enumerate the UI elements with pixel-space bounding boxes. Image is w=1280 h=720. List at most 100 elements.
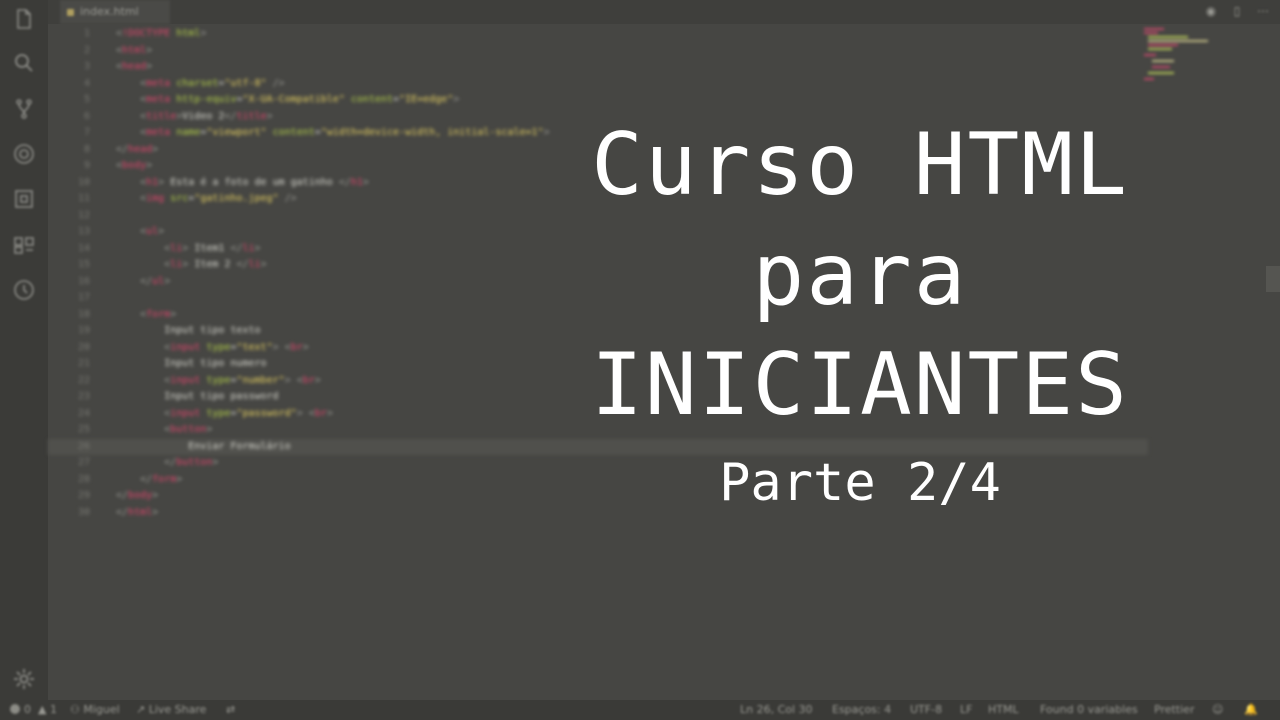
html-file-icon	[67, 9, 74, 16]
feedback-icon[interactable]: ☺	[1212, 700, 1223, 720]
code-text[interactable]: <head>	[116, 59, 152, 76]
line-number: 4	[83, 77, 90, 89]
tab-bar: index.html ◉ ▯ ⋯	[48, 0, 1280, 24]
code-text[interactable]: <html>	[116, 43, 152, 60]
title-line-1: Curso HTML	[591, 115, 1129, 215]
line-number: 6	[83, 110, 90, 122]
live-share-status-icon: ↗	[136, 703, 146, 716]
line-number: 27	[77, 457, 90, 468]
live-share-button[interactable]: ↗ Live Share	[136, 700, 206, 720]
code-text[interactable]: Input tipo texto	[116, 323, 260, 340]
title-overlay: Curso HTML para INICIANTES Parte 2/4	[540, 110, 1180, 518]
notifications-bell-icon[interactable]: 🔔	[1244, 700, 1258, 720]
line-number: 19	[77, 325, 90, 336]
line-number: 11	[77, 193, 90, 204]
variables-status[interactable]: Found 0 variables	[1040, 700, 1138, 720]
code-text[interactable]: </form>	[116, 472, 182, 489]
broadcast-icon[interactable]: ⇄	[226, 700, 235, 720]
settings-gear-icon[interactable]	[11, 666, 37, 692]
status-bar: 0 ▲ 1 ⚇ Miguel ↗ Live Share ⇄ Ln 26, Col…	[0, 700, 1280, 720]
prettier-status[interactable]: Prettier	[1154, 700, 1194, 720]
line-number: 3	[83, 61, 90, 72]
code-text[interactable]: <meta name="viewport" content="width=dev…	[116, 125, 550, 142]
line-number: 14	[77, 242, 90, 254]
code-text[interactable]: <img src="gatinho.jpeg" />	[116, 191, 297, 208]
code-text[interactable]: Enviar Formulário	[116, 439, 290, 456]
account-indicator[interactable]: ⚇ Miguel	[70, 700, 120, 720]
title-line-2: para	[752, 225, 968, 325]
code-text[interactable]: <h1> Esta é a foto de um gatinho </h1>	[116, 175, 369, 192]
code-line[interactable]: 5 <meta http-equiv="X-UA-Compatible" con…	[48, 92, 1148, 109]
tab-actions: ◉ ▯ ⋯	[1204, 4, 1270, 18]
code-line[interactable]: 4 <meta charset="utf-8" />	[48, 76, 1148, 93]
more-actions-icon[interactable]: ⋯	[1256, 4, 1270, 18]
tab-index-html[interactable]: index.html	[60, 0, 170, 24]
split-editor-icon[interactable]: ▯	[1230, 4, 1244, 18]
code-text[interactable]: <!DOCTYPE html>	[116, 26, 206, 43]
preview-icon[interactable]: ◉	[1204, 4, 1218, 18]
code-text[interactable]: <meta charset="utf-8" />	[116, 76, 285, 93]
extensions-icon[interactable]	[11, 186, 37, 212]
code-text[interactable]: <li> Item1 </li>	[116, 241, 260, 258]
vertical-scrollbar[interactable]	[1266, 266, 1280, 292]
code-text[interactable]: </body>	[116, 488, 158, 505]
line-number: 9	[83, 160, 90, 171]
line-number: 28	[77, 473, 90, 485]
minimap[interactable]	[1138, 24, 1218, 104]
code-text[interactable]: <meta http-equiv="X-UA-Compatible" conte…	[116, 92, 459, 109]
indentation[interactable]: Espaços: 4	[832, 700, 891, 720]
code-text[interactable]: <input type="text"> <br>	[116, 340, 309, 357]
explorer-icon[interactable]	[11, 6, 37, 32]
timeline-icon[interactable]	[11, 277, 37, 303]
line-number: 18	[77, 308, 90, 320]
line-number: 16	[77, 275, 90, 287]
error-icon	[10, 704, 20, 714]
problems-indicator[interactable]: 0 ▲ 1	[10, 700, 57, 720]
code-text[interactable]: <input type="number"> <br>	[116, 373, 321, 390]
line-number: 30	[77, 506, 90, 518]
code-text[interactable]: <li> Item 2 </li>	[116, 257, 266, 274]
code-line[interactable]: 3 <head>	[48, 59, 1148, 76]
line-number: 25	[77, 424, 90, 435]
end-of-line[interactable]: LF	[960, 700, 972, 720]
line-number: 2	[83, 44, 90, 56]
code-text[interactable]: <title>Video 2</title>	[116, 109, 273, 126]
code-text[interactable]: <ul>	[116, 224, 164, 241]
line-number: 1	[83, 28, 90, 39]
cursor-position[interactable]: Ln 26, Col 30	[740, 700, 813, 720]
code-text[interactable]: Input tipo numero	[116, 356, 266, 373]
code-text[interactable]: Input tipo password	[116, 389, 278, 406]
line-number: 12	[77, 209, 90, 221]
line-number: 13	[77, 226, 90, 237]
line-number: 20	[77, 341, 90, 353]
code-text[interactable]: <button>	[116, 422, 212, 439]
source-control-icon[interactable]	[11, 96, 37, 122]
line-number: 17	[77, 292, 90, 303]
search-icon[interactable]	[11, 50, 37, 76]
debug-icon[interactable]	[11, 141, 37, 167]
line-number: 21	[77, 358, 90, 369]
line-number: 8	[83, 143, 90, 155]
encoding[interactable]: UTF-8	[910, 700, 942, 720]
language-mode[interactable]: HTML	[988, 700, 1019, 720]
title-line-3: INICIANTES	[591, 335, 1129, 435]
line-number: 10	[77, 176, 90, 188]
line-number: 23	[77, 391, 90, 402]
code-line[interactable]: 1 <!DOCTYPE html>	[48, 26, 1148, 43]
tab-label: index.html	[80, 5, 139, 18]
code-text[interactable]: </ul>	[116, 274, 170, 291]
line-number: 29	[77, 490, 90, 501]
line-number: 5	[83, 94, 90, 105]
code-text[interactable]: <input type="password"> <br>	[116, 406, 333, 423]
code-text[interactable]: </head>	[116, 142, 158, 159]
activity-bar	[0, 0, 49, 700]
code-text[interactable]: </html>	[116, 505, 158, 522]
warning-icon: ▲	[38, 703, 47, 716]
live-share-icon[interactable]	[11, 232, 37, 258]
code-text[interactable]: <body>	[116, 158, 152, 175]
code-text[interactable]: </button>	[116, 455, 218, 472]
code-line[interactable]: 2 <html>	[48, 43, 1148, 60]
title-subtitle: Parte 2/4	[719, 453, 1001, 513]
code-text[interactable]: <form>	[116, 307, 176, 324]
line-number: 24	[77, 407, 90, 419]
